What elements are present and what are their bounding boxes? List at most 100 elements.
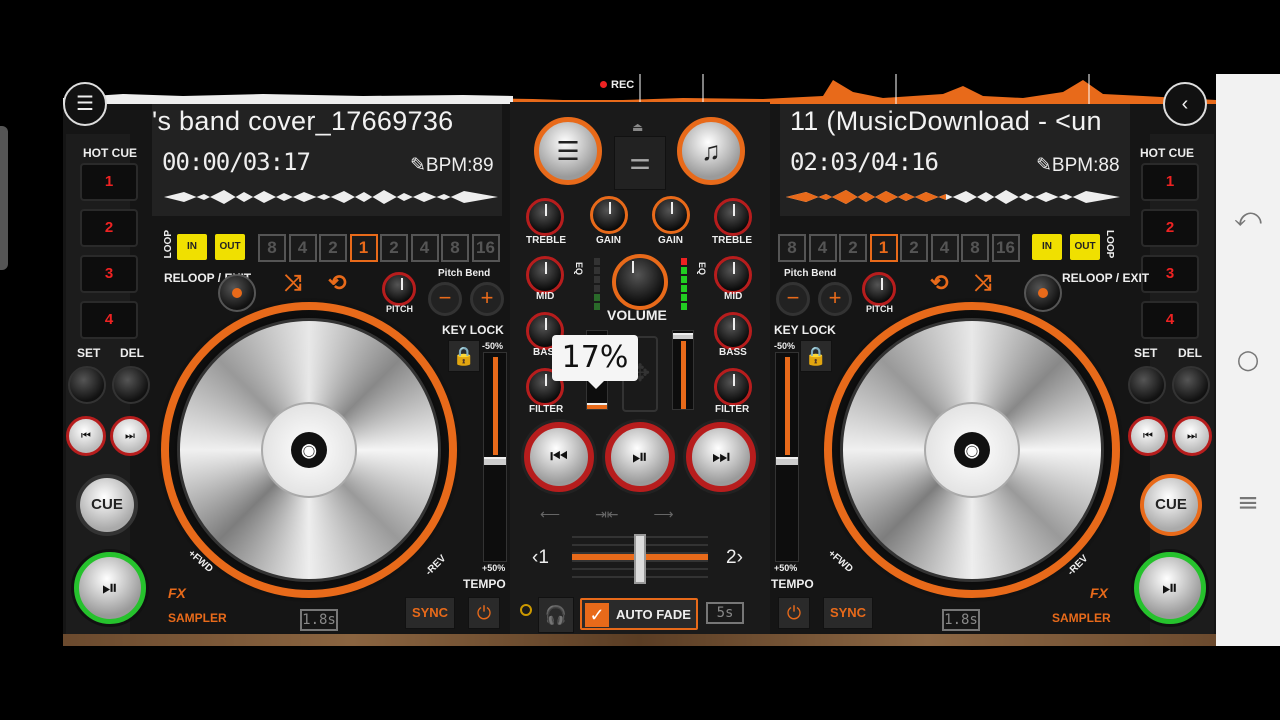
deck-a-pitch-knob[interactable] — [382, 272, 416, 306]
deck-a-waveform[interactable] — [164, 184, 498, 210]
deck-b-loop-out-button[interactable]: OUT — [1070, 234, 1100, 260]
deck-a-loop-beat-0[interactable]: 8 — [258, 234, 286, 262]
deck-a-loop-beat-1[interactable]: 4 — [288, 234, 317, 262]
deck-a-hotcue-3[interactable]: 3 — [80, 255, 138, 293]
rec-indicator[interactable]: REC — [600, 79, 634, 91]
repeat-icon[interactable]: ⟲ — [328, 270, 346, 296]
recents-icon[interactable]: ≡ — [1230, 485, 1266, 521]
deck-a-display[interactable]: 's band cover_17669736 00:00/03:17 ✎BPM:… — [152, 104, 502, 216]
home-icon[interactable]: ○ — [1230, 342, 1266, 378]
auto-fade-time[interactable]: 5s — [706, 602, 744, 624]
deck-b-loop-beat-1[interactable]: 4 — [808, 234, 837, 262]
crossfader-handle[interactable] — [634, 534, 646, 584]
deck-b-loop-beat-7[interactable]: 16 — [991, 234, 1020, 262]
deck-a-gain-knob[interactable] — [590, 196, 628, 234]
deck-b-treble-knob[interactable] — [714, 198, 752, 236]
deck-b-prev-cue-button[interactable]: ⏮ — [1128, 416, 1168, 456]
deck-a-timer-button[interactable]: ⏻ — [468, 597, 500, 629]
deck-b-fx-label[interactable]: FX — [1090, 585, 1108, 601]
shuffle-icon[interactable]: ⤨ — [284, 270, 302, 296]
deck-b-hotcue-4[interactable]: 4 — [1141, 301, 1199, 339]
deck-b-gain-knob[interactable] — [652, 196, 690, 234]
deck-b-waveform[interactable] — [786, 184, 1120, 210]
deck-a-hotcue-4[interactable]: 4 — [80, 301, 138, 339]
master-play-pause-button[interactable]: ⏯ — [605, 422, 675, 492]
playlist-button[interactable]: ☰ — [534, 117, 602, 185]
deck-b-hotcue-1[interactable]: 1 — [1141, 163, 1199, 201]
back-icon[interactable]: ⤺ — [1230, 200, 1266, 236]
deck-a-bpm[interactable]: ✎BPM:89 — [410, 154, 494, 177]
deck-a-loop-time[interactable]: 1.8s — [300, 609, 338, 631]
deck-b-loop-beat-5[interactable]: 4 — [930, 234, 959, 262]
deck-b-filter-knob[interactable] — [714, 368, 752, 406]
deck-b-cue-button[interactable]: CUE — [1140, 474, 1202, 536]
deck-b-sampler-button[interactable]: SAMPLER — [1052, 611, 1111, 625]
deck-a-loop-beat-4[interactable]: 2 — [380, 234, 408, 262]
eject-icon[interactable]: ⏏ — [632, 120, 643, 134]
deck-a-mid-knob[interactable] — [526, 256, 564, 294]
deck-b-channel-fader[interactable] — [672, 330, 694, 410]
music-library-button[interactable]: ♫ — [677, 117, 745, 185]
deck-b-tempo-fader[interactable] — [775, 352, 799, 562]
deck-a-hotcue-2[interactable]: 2 — [80, 209, 138, 247]
auto-fade-button[interactable]: ✓ AUTO FADE — [580, 598, 698, 630]
deck-b-play-button[interactable]: ⏯ — [1134, 552, 1206, 624]
deck-a-key-lock-button[interactable]: 🔒 — [448, 340, 480, 372]
deck-a-hotcue-1[interactable]: 1 — [80, 163, 138, 201]
headphones-cue-button[interactable]: 🎧 — [538, 597, 574, 633]
deck-a-next-cue-button[interactable]: ⏭ — [110, 416, 150, 456]
deck-a-sync-button[interactable]: SYNC — [405, 597, 455, 629]
deck-a-loop-beat-5[interactable]: 4 — [410, 234, 439, 262]
deck-a-pitch-down-button[interactable]: − — [428, 282, 462, 316]
deck-a-del-button[interactable] — [112, 366, 150, 404]
deck-b-pitch-down-button[interactable]: − — [776, 282, 810, 316]
deck-b-display[interactable]: 11 (MusicDownload - <un 02:03/04:16 ✎BPM… — [780, 104, 1130, 216]
deck-b-next-cue-button[interactable]: ⏭ — [1172, 416, 1212, 456]
overview-waveform[interactable] — [63, 74, 1216, 104]
next-track-button[interactable]: ⏭ — [686, 422, 756, 492]
deck-a-reloop-button[interactable] — [218, 274, 256, 312]
deck-a-loop-beat-2[interactable]: 2 — [319, 234, 347, 262]
back-button[interactable]: ‹ — [1163, 82, 1207, 126]
deck-b-loop-beat-2[interactable]: 2 — [839, 234, 867, 262]
master-volume-knob[interactable] — [612, 254, 668, 310]
deck-a-treble-knob[interactable] — [526, 198, 564, 236]
deck-b-bass-knob[interactable] — [714, 312, 752, 350]
deck-a-prev-cue-button[interactable]: ⏮ — [66, 416, 106, 456]
deck-b-key-lock-button[interactable]: 🔒 — [800, 340, 832, 372]
deck-b-reloop-button[interactable] — [1024, 274, 1062, 312]
deck-b-del-button[interactable] — [1172, 366, 1210, 404]
deck-b-set-button[interactable] — [1128, 366, 1166, 404]
deck-b-mid-knob[interactable] — [714, 256, 752, 294]
deck-a-loop-in-button[interactable]: IN — [177, 234, 207, 260]
deck-b-loop-beat-4[interactable]: 2 — [900, 234, 928, 262]
deck-a-tempo-fader[interactable] — [483, 352, 507, 562]
shuffle-icon[interactable]: ⤨ — [974, 270, 992, 296]
deck-b-hotcue-3[interactable]: 3 — [1141, 255, 1199, 293]
deck-a-cue-button[interactable]: CUE — [76, 474, 138, 536]
deck-a-loop-beat-3[interactable]: 1 — [349, 234, 378, 262]
deck-b-hotcue-2[interactable]: 2 — [1141, 209, 1199, 247]
repeat-icon[interactable]: ⟲ — [930, 270, 948, 296]
deck-a-pitch-up-button[interactable]: + — [470, 282, 504, 316]
deck-b-sync-button[interactable]: SYNC — [823, 597, 873, 629]
deck-b-bpm[interactable]: ✎BPM:88 — [1036, 154, 1120, 177]
deck-b-loop-beat-3[interactable]: 1 — [869, 234, 898, 262]
prev-track-button[interactable]: ⏮ — [524, 422, 594, 492]
deck-a-sampler-button[interactable]: SAMPLER — [168, 611, 227, 625]
deck-b-pitch-knob[interactable] — [862, 272, 896, 306]
deck-a-loop-beat-7[interactable]: 16 — [471, 234, 500, 262]
deck-b-loop-beat-0[interactable]: 8 — [778, 234, 806, 262]
crossfader[interactable] — [572, 532, 708, 584]
deck-a-fx-label[interactable]: FX — [168, 585, 186, 601]
deck-a-loop-beat-6[interactable]: 8 — [441, 234, 469, 262]
deck-a-loop-out-button[interactable]: OUT — [215, 234, 245, 260]
deck-b-pitch-up-button[interactable]: + — [818, 282, 852, 316]
deck-a-set-button[interactable] — [68, 366, 106, 404]
system-edge-handle[interactable] — [0, 126, 8, 270]
deck-b-timer-button[interactable]: ⏻ — [778, 597, 810, 629]
deck-b-loop-time[interactable]: 1.8s — [942, 609, 980, 631]
deck-a-play-button[interactable]: ⏯ — [74, 552, 146, 624]
eq-toggle-button[interactable]: ⚌ — [614, 136, 666, 190]
deck-b-loop-beat-6[interactable]: 8 — [961, 234, 989, 262]
